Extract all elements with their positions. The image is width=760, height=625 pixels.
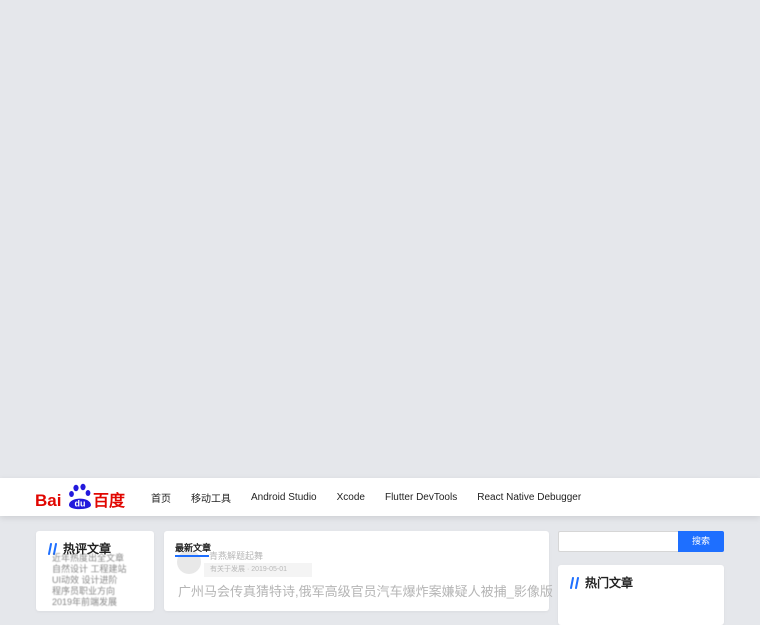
- tab-active-indicator: [175, 555, 209, 557]
- author-name[interactable]: 青燕解题起舞: [209, 549, 263, 562]
- list-item[interactable]: 程序员职业方向: [52, 586, 138, 597]
- nav-item-xcode[interactable]: Xcode: [337, 492, 365, 503]
- nav-item-mobile-tools[interactable]: 移动工具: [191, 490, 231, 505]
- latest-articles-panel: 青燕解题起舞 有关于发展 · 2019-05-01 最新文章 广州马会传真猜特诗…: [164, 531, 553, 611]
- list-item[interactable]: 2019年前端发展: [52, 597, 138, 608]
- list-item[interactable]: 自然设计 工程建站: [52, 564, 138, 575]
- paw-icon: du: [69, 483, 91, 510]
- article-meta: 有关于发展 · 2019-05-01: [210, 566, 288, 573]
- top-navbar: Bai du 百度 首页 移动工具 Android Studio Xcode F…: [0, 478, 760, 516]
- tab-latest-articles[interactable]: 最新文章: [175, 541, 211, 554]
- search-input[interactable]: [558, 531, 678, 552]
- nav-item-home[interactable]: 首页: [151, 490, 171, 505]
- nav-item-flutter-devtools[interactable]: Flutter DevTools: [385, 492, 457, 503]
- baidu-logo[interactable]: Bai du 百度: [34, 483, 129, 513]
- hot-comments-widget: 热评文章 近年热度出全文章 自然设计 工程建站 UI动效 设计进阶 程序员职业方…: [36, 531, 154, 611]
- list-item[interactable]: 近年热度出全文章: [52, 553, 138, 564]
- logo-text-right: 百度: [93, 491, 126, 510]
- logo-text-left: Bai: [35, 491, 61, 510]
- hot-articles-title: 热门文章: [585, 576, 634, 590]
- list-item[interactable]: UI动效 设计进阶: [52, 575, 138, 586]
- hot-articles-widget: 热门文章: [558, 565, 724, 625]
- logo-paw-text: du: [75, 499, 86, 509]
- nav-item-android-studio[interactable]: Android Studio: [251, 492, 317, 503]
- slash-icon: [570, 576, 579, 589]
- nav-item-react-native-debugger[interactable]: React Native Debugger: [477, 492, 581, 503]
- main-nav: 首页 移动工具 Android Studio Xcode Flutter Dev…: [151, 478, 601, 516]
- hot-articles-title-row: 热门文章: [570, 574, 633, 591]
- article-title-link[interactable]: 广州马会传真猜特诗,俄军高级官员汽车爆炸案嫌疑人被捕_影像版: [178, 581, 553, 600]
- search-button[interactable]: 搜索: [678, 531, 724, 552]
